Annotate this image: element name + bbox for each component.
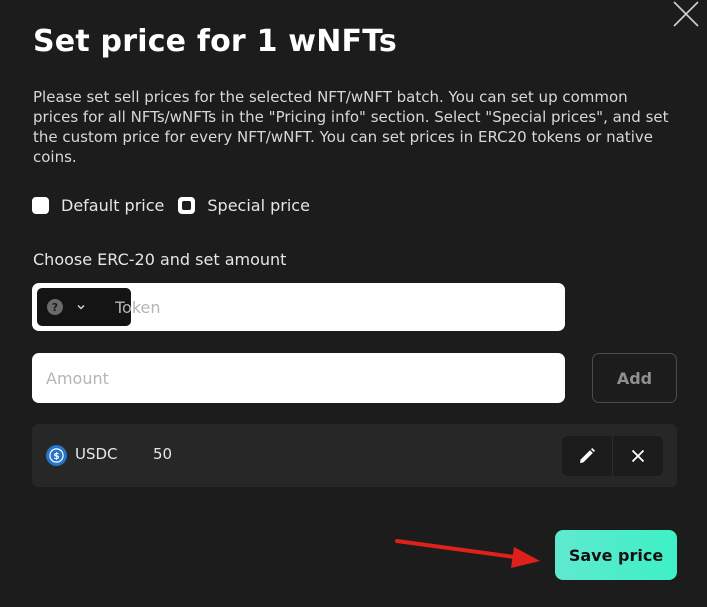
price-token-label: USDC [75, 445, 118, 463]
amount-field [32, 353, 565, 403]
save-price-button[interactable]: Save price [555, 530, 677, 580]
add-button[interactable]: Add [592, 353, 677, 403]
set-price-modal: Set price for 1 wNFTs Please set sell pr… [0, 0, 707, 607]
close-icon [631, 449, 644, 463]
edit-price-button[interactable] [562, 436, 612, 476]
special-price-checkbox[interactable] [178, 196, 196, 214]
modal-title: Set price for 1 wNFTs [33, 24, 397, 59]
close-icon[interactable] [670, 0, 702, 28]
annotation-arrow [395, 539, 540, 568]
price-row-actions [562, 436, 663, 476]
price-amount-value: 50 [153, 445, 173, 463]
erc20-section-label: Choose ERC-20 and set amount [33, 250, 287, 269]
token-field: ? [32, 283, 565, 331]
default-price-label: Default price [61, 195, 165, 215]
chevron-down-icon [77, 304, 85, 310]
default-price-option[interactable]: Default price [32, 196, 164, 215]
svg-text:$: $ [53, 452, 59, 462]
price-list-item: $ USDC 50 [32, 424, 677, 487]
usdc-icon: $ [46, 445, 67, 466]
special-price-option[interactable]: Special price [178, 196, 310, 215]
modal-description: Please set sell prices for the selected … [33, 88, 669, 166]
token-input[interactable] [115, 283, 555, 331]
default-price-checkbox[interactable] [32, 196, 49, 214]
special-price-label: Special price [207, 195, 310, 215]
question-icon: ? [47, 299, 63, 315]
pricing-mode-group: Default price Special price [32, 194, 324, 216]
pencil-icon [580, 448, 595, 463]
amount-input[interactable] [46, 353, 551, 403]
remove-price-button[interactable] [612, 436, 662, 476]
